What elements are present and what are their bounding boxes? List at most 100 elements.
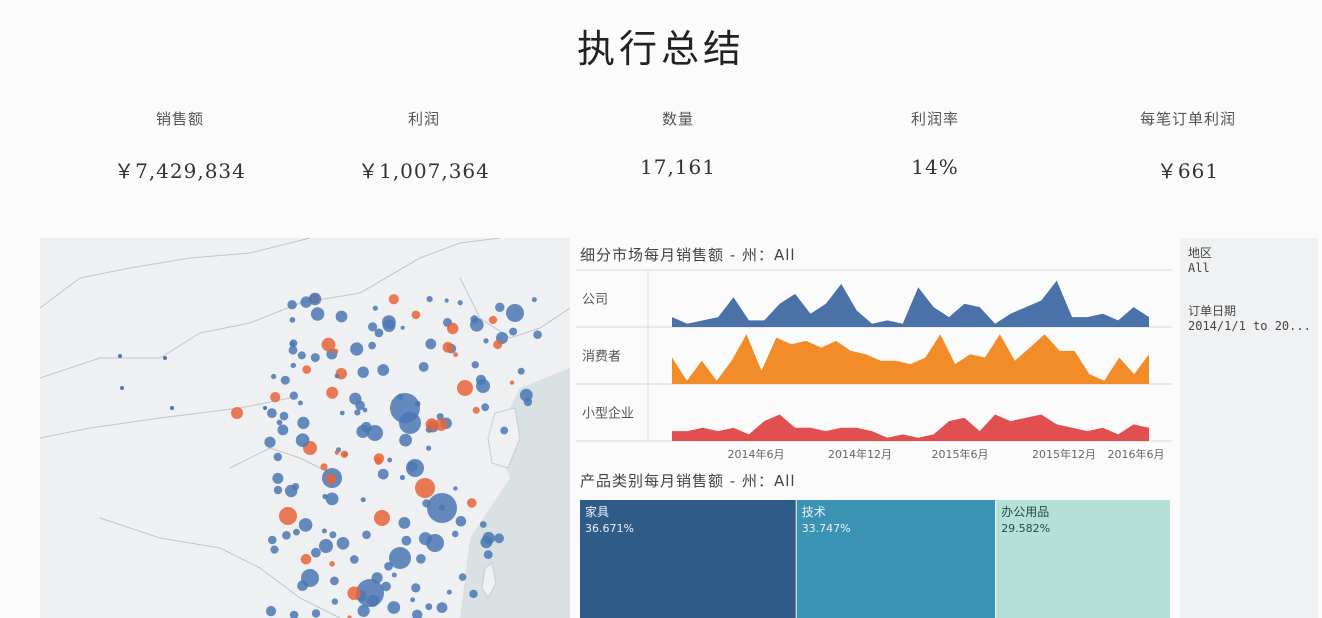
map-bubble[interactable] bbox=[457, 300, 463, 306]
map-bubble[interactable] bbox=[310, 353, 320, 363]
map-bubble[interactable] bbox=[276, 419, 283, 426]
map-bubble[interactable] bbox=[436, 602, 448, 613]
map-bubble[interactable] bbox=[297, 416, 310, 429]
map-bubble[interactable] bbox=[509, 380, 515, 385]
area-series-company[interactable] bbox=[672, 280, 1149, 327]
map-bubble[interactable] bbox=[472, 406, 480, 414]
map-bubble[interactable] bbox=[329, 531, 337, 539]
map-bubble[interactable] bbox=[373, 453, 385, 464]
map-bubble[interactable] bbox=[377, 468, 389, 480]
map-bubble[interactable] bbox=[263, 406, 267, 410]
map-bubble[interactable] bbox=[287, 300, 297, 310]
map-bubble[interactable] bbox=[321, 528, 327, 534]
map-bubble[interactable] bbox=[321, 337, 336, 352]
map-bubble[interactable] bbox=[480, 536, 493, 549]
map-bubble[interactable] bbox=[416, 554, 426, 564]
map-bubble[interactable] bbox=[371, 572, 383, 584]
map-bubble[interactable] bbox=[407, 461, 418, 472]
map-bubble[interactable] bbox=[384, 562, 393, 571]
map-bubble[interactable] bbox=[270, 545, 279, 554]
map-bubble[interactable] bbox=[290, 362, 296, 369]
map-bubble[interactable] bbox=[297, 580, 308, 591]
map-bubble[interactable] bbox=[273, 452, 282, 462]
map-bubble[interactable] bbox=[377, 364, 390, 376]
map-bubble[interactable] bbox=[279, 507, 297, 525]
map-bubble[interactable] bbox=[458, 573, 467, 581]
map-bubble[interactable] bbox=[279, 411, 289, 421]
area-series-consumer[interactable] bbox=[672, 334, 1149, 384]
map-bubble[interactable] bbox=[506, 304, 524, 322]
map-bubble[interactable] bbox=[335, 310, 348, 323]
map-bubble[interactable] bbox=[361, 421, 372, 433]
map-bubble[interactable] bbox=[439, 504, 445, 511]
map-bubble[interactable] bbox=[163, 356, 167, 360]
map-bubble[interactable] bbox=[270, 392, 281, 403]
map-bubble[interactable] bbox=[297, 351, 306, 360]
map-bubble[interactable] bbox=[483, 550, 493, 559]
map-bubble[interactable] bbox=[231, 407, 243, 419]
map-bubble[interactable] bbox=[289, 317, 296, 323]
map-bubble[interactable] bbox=[434, 418, 448, 431]
map-bubble[interactable] bbox=[340, 450, 349, 458]
map-bubble[interactable] bbox=[170, 406, 174, 410]
map-bubble[interactable] bbox=[334, 373, 340, 379]
map-bubble[interactable] bbox=[300, 296, 312, 308]
map-bubble[interactable] bbox=[401, 535, 412, 546]
map-bubble[interactable] bbox=[272, 472, 284, 484]
map-bubble[interactable] bbox=[442, 341, 454, 353]
map-bubble[interactable] bbox=[297, 400, 303, 406]
map-bubble[interactable] bbox=[302, 365, 312, 374]
map-bubble[interactable] bbox=[455, 516, 467, 527]
map-bubble[interactable] bbox=[300, 554, 312, 565]
map-bubble[interactable] bbox=[350, 342, 364, 356]
map-bubble[interactable] bbox=[267, 408, 277, 418]
map-bubble[interactable] bbox=[500, 426, 509, 435]
map-bubble[interactable] bbox=[509, 327, 518, 336]
map-bubble[interactable] bbox=[367, 594, 380, 607]
map-bubble[interactable] bbox=[368, 341, 376, 350]
map-bubble[interactable] bbox=[388, 294, 399, 305]
map-bubble[interactable] bbox=[268, 535, 277, 545]
map-bubble[interactable] bbox=[467, 498, 477, 508]
map-bubble[interactable] bbox=[330, 576, 339, 586]
map-bubble[interactable] bbox=[325, 492, 339, 506]
map-bubble[interactable] bbox=[453, 486, 458, 491]
map-bubble[interactable] bbox=[293, 528, 300, 536]
map-bubble[interactable] bbox=[519, 388, 533, 402]
map-bubble[interactable] bbox=[399, 412, 421, 434]
treemap-cell[interactable] bbox=[580, 500, 796, 618]
map-bubble[interactable] bbox=[280, 375, 290, 385]
map-bubble[interactable] bbox=[322, 493, 328, 500]
map-bubble[interactable] bbox=[320, 463, 328, 471]
map-bubble[interactable] bbox=[331, 598, 339, 605]
map-bubble[interactable] bbox=[418, 362, 429, 372]
map-bubble[interactable] bbox=[479, 521, 487, 528]
map-bubble[interactable] bbox=[447, 322, 459, 335]
map-bubble[interactable] bbox=[332, 348, 339, 354]
map-bubble[interactable] bbox=[399, 433, 412, 447]
map-bubble[interactable] bbox=[329, 561, 335, 567]
map-bubble[interactable] bbox=[339, 410, 345, 416]
map-bubble[interactable] bbox=[298, 518, 313, 532]
map-bubble[interactable] bbox=[533, 330, 542, 339]
map-bubble[interactable] bbox=[282, 531, 291, 540]
map-bubble[interactable] bbox=[451, 530, 459, 538]
map-bubble[interactable] bbox=[310, 307, 325, 321]
map-bubble[interactable] bbox=[350, 555, 359, 564]
region-filter-value[interactable]: All bbox=[1188, 261, 1210, 276]
map-bubble[interactable] bbox=[289, 610, 299, 618]
map-bubble[interactable] bbox=[411, 583, 421, 593]
map-bubble[interactable] bbox=[425, 338, 437, 350]
map-bubble[interactable] bbox=[264, 436, 276, 448]
map-bubble[interactable] bbox=[381, 581, 391, 592]
map-bubble[interactable] bbox=[457, 380, 473, 396]
map-bubble[interactable] bbox=[426, 445, 432, 451]
map-bubble[interactable] bbox=[422, 499, 431, 508]
map-bubble[interactable] bbox=[391, 572, 397, 578]
map-bubble[interactable] bbox=[446, 589, 452, 595]
map-bubble[interactable] bbox=[453, 352, 458, 357]
map-bubble[interactable] bbox=[326, 473, 337, 485]
map-bubble[interactable] bbox=[374, 510, 390, 526]
map-bubble[interactable] bbox=[357, 604, 370, 617]
map-bubble[interactable] bbox=[493, 340, 503, 350]
